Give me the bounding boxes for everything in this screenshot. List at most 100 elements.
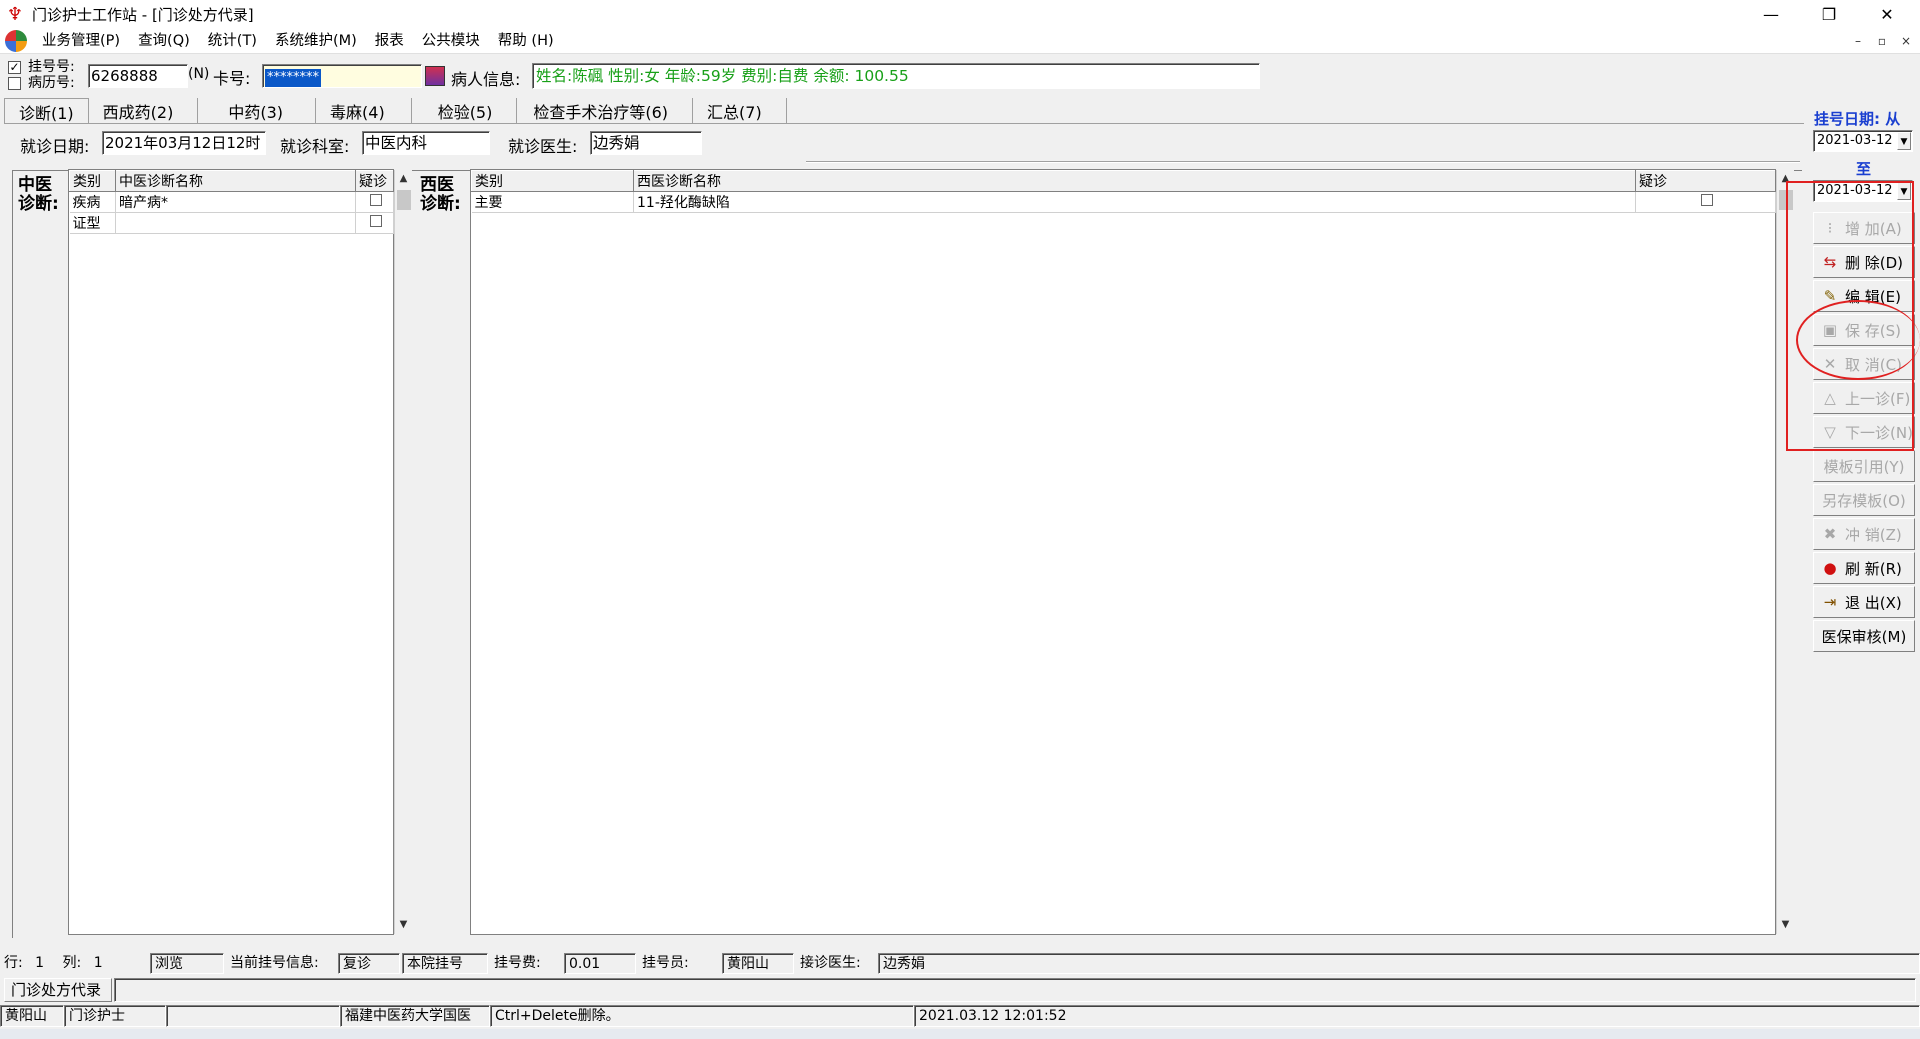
menu-business[interactable]: 业务管理(P) [33, 29, 129, 54]
visit-date-field[interactable]: 2021年03月12日12时 [102, 131, 266, 155]
reg-date-from-value: 2021-03-12 [1817, 133, 1893, 148]
menu-help[interactable]: 帮助 (H) [489, 29, 563, 54]
tab-strip: 诊断(1) 西成药(2) 中药(3) 毒麻(4) 检验(5) 检查手术治疗等(6… [4, 98, 787, 124]
western-cell-category[interactable]: 主要 [471, 191, 634, 213]
tcm-header-row: 类别 中医诊断名称 疑诊 [69, 170, 394, 192]
suspect-checkbox[interactable] [370, 215, 382, 227]
menu-statistics[interactable]: 统计(T) [199, 29, 266, 54]
tcm-header-category[interactable]: 类别 [69, 170, 116, 192]
tab-diagnosis[interactable]: 诊断(1) [4, 98, 89, 124]
reg-info-label: 当前挂号信息: [230, 955, 319, 971]
insurance-review-button[interactable]: 医保审核(M) [1813, 620, 1915, 652]
table-row[interactable]: 疾病 暗产病* [69, 191, 394, 213]
restore-button[interactable]: ❐ [1800, 0, 1858, 29]
template-apply-button[interactable]: 模板引用(Y) [1813, 450, 1915, 482]
tab-summary[interactable]: 汇总(7) [693, 98, 787, 124]
visit-divider [806, 161, 1800, 163]
mdi-tab-prescription-entry[interactable]: 门诊处方代录 [4, 978, 112, 1002]
mdi-close-button[interactable]: × [1896, 31, 1916, 51]
tcm-header-suspect[interactable]: 疑诊 [355, 170, 394, 192]
record-number-checkbox[interactable] [8, 77, 21, 90]
western-header-category[interactable]: 类别 [471, 170, 634, 192]
tab-narcotics[interactable]: 毒麻(4) [316, 98, 412, 124]
visit-dept-label: 就诊科室: [280, 137, 350, 156]
tab-divider [4, 123, 1804, 124]
tcm-cell-suspect[interactable] [355, 212, 394, 234]
menu-public-module[interactable]: 公共模块 [413, 29, 489, 54]
card-number-input[interactable]: ******** [262, 64, 422, 88]
tcm-cell-category[interactable]: 证型 [69, 212, 116, 234]
reverse-icon: ✖ [1823, 525, 1837, 543]
current-user: 黄阳山 [0, 1005, 64, 1027]
reg-number-input[interactable]: 6268888 [88, 64, 188, 88]
minimize-button[interactable]: — [1742, 0, 1800, 29]
taskbar-strip [0, 1029, 1920, 1039]
tcm-cell-name[interactable] [115, 212, 356, 234]
suspect-checkbox[interactable] [370, 194, 382, 206]
n-shortcut-label: (N) [188, 66, 210, 82]
tab-chinese-medicine[interactable]: 中药(3) [198, 98, 317, 124]
visit-date-label: 就诊日期: [20, 137, 90, 156]
app-logo-icon: ♆ [6, 4, 24, 25]
tcm-cell-name[interactable]: 暗产病* [115, 191, 356, 213]
exit-button-label: 退 出(X) [1845, 593, 1902, 612]
tab-lab-tests[interactable]: 检验(5) [412, 98, 518, 124]
record-number-label: 病历号: [28, 75, 75, 91]
reg-number-checkbox[interactable]: ✓ [8, 61, 21, 74]
table-row[interactable]: 主要 11-羟化酶缺陷 [471, 191, 1776, 213]
reg-date-from-label: 挂号日期: 从 [1814, 110, 1901, 128]
window-title: 门诊护士工作站 - [门诊处方代录] [32, 6, 254, 24]
tcm-diagnosis-grid: 类别 中医诊断名称 疑诊 疾病 暗产病* 证型 [68, 169, 394, 935]
shortcut-hint: Ctrl+Delete删除。 [490, 1005, 914, 1027]
tcm-cell-suspect[interactable] [355, 191, 394, 213]
western-header-row: 类别 西医诊断名称 疑诊 [471, 170, 1776, 192]
patient-info-display: 姓名:陈碸 性别:女 年龄:59岁 费别:自费 余额: 100.55 [532, 63, 1260, 89]
tcm-label-line1: 中医 [18, 175, 52, 195]
reg-date-from-picker[interactable]: 2021-03-12 ▼ [1813, 130, 1913, 152]
tab-western-medicine[interactable]: 西成药(2) [89, 98, 199, 124]
scroll-down-icon[interactable]: ▼ [1777, 916, 1794, 934]
card-reader-icon[interactable] [425, 66, 445, 86]
bottom-status-bar: 黄阳山 门诊护士 福建中医药大学国医 Ctrl+Delete删除。 2021.0… [0, 1005, 1920, 1027]
mdi-restore-button[interactable]: ▫ [1872, 31, 1892, 51]
reg-type-value: 本院挂号 [402, 953, 488, 974]
mdi-window-tabs: 门诊处方代录 [0, 976, 1920, 1003]
refresh-icon: ● [1823, 559, 1837, 577]
table-row[interactable]: 证型 [69, 212, 394, 234]
western-header-name[interactable]: 西医诊断名称 [633, 170, 1636, 192]
visit-doctor-field[interactable]: 边秀娟 [590, 131, 702, 155]
menu-system-maintenance[interactable]: 系统维护(M) [266, 29, 366, 54]
western-diagnosis-label: 西医 诊断: [420, 176, 461, 214]
app-window: ♆ 门诊护士工作站 - [门诊处方代录] — ❐ ✕ 业务管理(P) 查询(Q)… [0, 0, 1920, 1039]
western-header-suspect[interactable]: 疑诊 [1635, 170, 1776, 192]
template-apply-label: 模板引用(Y) [1823, 457, 1905, 476]
save-as-template-button[interactable]: 另存模板(O) [1813, 484, 1915, 516]
reverse-button[interactable]: ✖ 冲 销(Z) [1813, 518, 1915, 550]
tab-exams-procedures[interactable]: 检查手术治疗等(6) [517, 98, 694, 124]
visit-dept-field[interactable]: 中医内科 [362, 131, 490, 155]
hospital-name: 福建中医药大学国医 [340, 1005, 490, 1027]
system-logo-icon [5, 30, 27, 52]
exit-door-icon: ⇥ [1823, 593, 1837, 611]
tcm-scrollbar[interactable]: ▲ ▼ [394, 170, 412, 934]
chevron-down-icon[interactable]: ▼ [1897, 132, 1911, 150]
grid-status-bar: 行: 1 列: 1 浏览 当前挂号信息: 复诊 本院挂号 挂号费: 0.01 挂… [0, 953, 1920, 974]
tcm-label-line2: 诊断: [18, 194, 59, 214]
mdi-minimize-button[interactable]: – [1848, 31, 1868, 51]
scroll-up-icon[interactable]: ▲ [395, 170, 412, 188]
menu-bar: 业务管理(P) 查询(Q) 统计(T) 系统维护(M) 报表 公共模块 帮助 (… [0, 29, 1920, 54]
menu-reports[interactable]: 报表 [366, 29, 413, 54]
scroll-thumb[interactable] [397, 190, 411, 210]
tcm-cell-category[interactable]: 疾病 [69, 191, 116, 213]
refresh-button[interactable]: ● 刷 新(R) [1813, 552, 1915, 584]
suspect-checkbox[interactable] [1701, 194, 1713, 206]
exit-button[interactable]: ⇥ 退 出(X) [1813, 586, 1915, 618]
reg-fee-label: 挂号费: [494, 955, 541, 971]
col-value: 1 [93, 955, 103, 971]
menu-query[interactable]: 查询(Q) [129, 29, 199, 54]
scroll-down-icon[interactable]: ▼ [395, 916, 412, 934]
close-button[interactable]: ✕ [1858, 0, 1916, 29]
western-cell-name[interactable]: 11-羟化酶缺陷 [633, 191, 1636, 213]
western-cell-suspect[interactable] [1635, 191, 1776, 213]
tcm-header-name[interactable]: 中医诊断名称 [115, 170, 356, 192]
